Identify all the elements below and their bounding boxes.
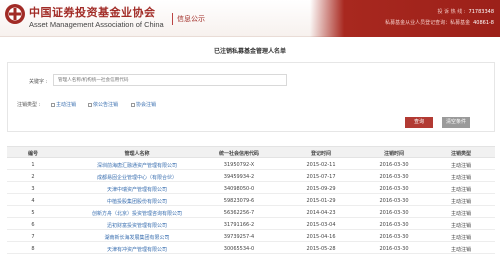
- registration-date: 2014-04-23: [306, 209, 336, 216]
- row-number: 1: [31, 161, 35, 168]
- cancellation-type: 主动注销: [450, 198, 472, 205]
- registration-date: 2015-09-29: [306, 185, 336, 192]
- reset-button[interactable]: 清空条件: [442, 117, 470, 128]
- registration-date: 2015-01-29: [306, 197, 336, 204]
- table-row: 1 深圳前海唐汇融通资产管理有限公司 31950792-X 2015-02-11 201…: [7, 158, 495, 170]
- manager-name-link[interactable]: 中植投股集团股份有限公司: [107, 198, 167, 205]
- column-header: 注销类型: [450, 151, 472, 157]
- keyword-label: 关键字 :: [29, 79, 48, 85]
- status-option-active[interactable]: 主动注销: [51, 101, 76, 108]
- results-table: 编号 管理人名称 统一社会信用代码 登记时间 注销时间 注销类型 1 深圳前海唐汇…: [7, 146, 495, 254]
- table-row: 6 迅初财富投资管理有限公司 31791166-2 2015-03-04 2016-03…: [7, 218, 495, 230]
- manager-name-link[interactable]: 迅初财富投资管理有限公司: [107, 222, 167, 229]
- site-header: 中国证券投资基金业协会 Asset Management Association…: [0, 0, 500, 37]
- cancellation-type: 主动注销: [450, 222, 472, 229]
- credit-code: 39739257-4: [223, 233, 255, 240]
- table-row: 5 创新方舟（北京）投资管理咨询有限公司 56362256-7 2014-04-23 2…: [7, 206, 495, 218]
- registration-date: 2015-07-17: [306, 173, 336, 180]
- row-number: 3: [31, 185, 35, 192]
- status-label: 注销类型 :: [17, 102, 41, 108]
- hotline-label: 投 诉 热 线 :: [437, 9, 466, 15]
- table-header: 编号 管理人名称 统一社会信用代码 登记时间 注销时间 注销类型: [7, 146, 495, 158]
- checkbox-icon[interactable]: [51, 102, 55, 107]
- registration-date: 2015-02-11: [306, 161, 336, 168]
- org-name-cn: 中国证券投资基金业协会: [29, 6, 156, 19]
- keyword-input[interactable]: [53, 74, 287, 86]
- cancellation-date: 2016-03-30: [379, 197, 409, 204]
- row-number: 7: [31, 233, 35, 240]
- cancellation-type: 主动注销: [450, 186, 472, 193]
- table-row: 7 湖南新长海发展集团有限公司 39739257-4 2015-04-16 2016-0…: [7, 230, 495, 242]
- manager-name-link[interactable]: 深圳前海唐汇融通资产管理有限公司: [97, 162, 177, 169]
- cancellation-type: 主动注销: [450, 162, 472, 169]
- row-number: 2: [31, 173, 35, 180]
- credit-code: 31791166-2: [223, 221, 255, 228]
- tipline-value: 40861-8: [473, 20, 494, 26]
- cancellation-date: 2016-03-30: [379, 209, 409, 216]
- credit-code: 34098050-0: [223, 185, 255, 192]
- section-title: 信息公示: [177, 15, 205, 23]
- cancellation-date: 2016-03-30: [379, 173, 409, 180]
- status-option-announcement[interactable]: 依公告注销: [88, 101, 118, 108]
- table-row: 2 成都易固企业管理中心（有限合伙） 39459934-2 2015-07-17 201…: [7, 170, 495, 182]
- table-row: 8 天津有冲资产管理有限公司 30065534-0 2015-05-28 2016-03…: [7, 242, 495, 254]
- cancellation-type: 主动注销: [450, 234, 472, 241]
- cancellation-date: 2016-03-30: [379, 245, 409, 252]
- manager-name-link[interactable]: 湖南新长海发展集团有限公司: [104, 234, 169, 241]
- manager-name-link[interactable]: 成都易固企业管理中心（有限合伙）: [97, 174, 177, 181]
- column-header: 管理人名称: [124, 151, 150, 157]
- registration-date: 2015-04-16: [306, 233, 336, 240]
- manager-name-link[interactable]: 天津中瑞资产管理有限公司: [107, 186, 167, 193]
- column-header: 编号: [27, 151, 39, 157]
- search-button[interactable]: 查询: [405, 117, 433, 128]
- credit-code: 56362256-7: [223, 209, 255, 216]
- column-header: 登记时间: [310, 151, 332, 157]
- cancellation-date: 2016-03-30: [379, 221, 409, 228]
- cancellation-date: 2016-03-30: [379, 233, 409, 240]
- table-body: 1 深圳前海唐汇融通资产管理有限公司 31950792-X 2015-02-11 201…: [7, 158, 495, 254]
- table-row: 3 天津中瑞资产管理有限公司 34098050-0 2015-09-29 2016-03…: [7, 182, 495, 194]
- row-number: 4: [31, 197, 35, 204]
- registration-date: 2015-03-04: [306, 221, 336, 228]
- filter-panel: 关键字 : 注销类型 : 主动注销 依公告注销 协会注销 查询 清空条件: [7, 62, 495, 132]
- registration-date: 2015-05-28: [306, 245, 336, 252]
- checkbox-icon[interactable]: [131, 102, 135, 107]
- row-number: 8: [31, 245, 35, 252]
- cancellation-type: 主动注销: [450, 210, 472, 217]
- cancellation-type: 主动注销: [450, 174, 472, 181]
- hotline-row: 投 诉 热 线 :71783348: [438, 8, 495, 15]
- credit-code: 30065534-0: [223, 245, 255, 252]
- association-logo-icon: [5, 4, 25, 24]
- row-number: 5: [31, 209, 35, 216]
- org-name-en: Asset Management Association of China: [29, 20, 164, 29]
- table-row: 4 中植投股集团股份有限公司 59823079-6 2015-01-29 2016-03…: [7, 194, 495, 206]
- status-option-association[interactable]: 协会注销: [131, 101, 156, 108]
- hotline-banner: 投 诉 热 线 :71783348 私募基金从业人员登记查询：私募基金 40861…: [310, 0, 500, 37]
- column-header: 统一社会信用代码: [218, 151, 260, 157]
- cancellation-date: 2016-03-30: [379, 185, 409, 192]
- checkbox-icon[interactable]: [88, 102, 92, 107]
- credit-code: 59823079-6: [223, 197, 255, 204]
- cancellation-type: 主动注销: [450, 246, 472, 253]
- hotline-value: 71783348: [468, 9, 494, 15]
- column-header: 注销时间: [383, 151, 405, 157]
- tipline-label: 私募基金从业人员登记查询：私募基金: [385, 20, 471, 26]
- credit-code: 31950792-X: [223, 161, 255, 168]
- credit-code: 39459934-2: [223, 173, 255, 180]
- manager-name-link[interactable]: 创新方舟（北京）投资管理咨询有限公司: [92, 210, 182, 217]
- cancellation-date: 2016-03-30: [379, 161, 409, 168]
- page-title: 已注销私募基金管理人名单: [213, 48, 286, 55]
- manager-name-link[interactable]: 天津有冲资产管理有限公司: [107, 246, 167, 253]
- row-number: 6: [31, 221, 35, 228]
- tipline-row: 私募基金从业人员登记查询：私募基金 40861-8: [385, 19, 494, 26]
- header-divider: [172, 13, 173, 25]
